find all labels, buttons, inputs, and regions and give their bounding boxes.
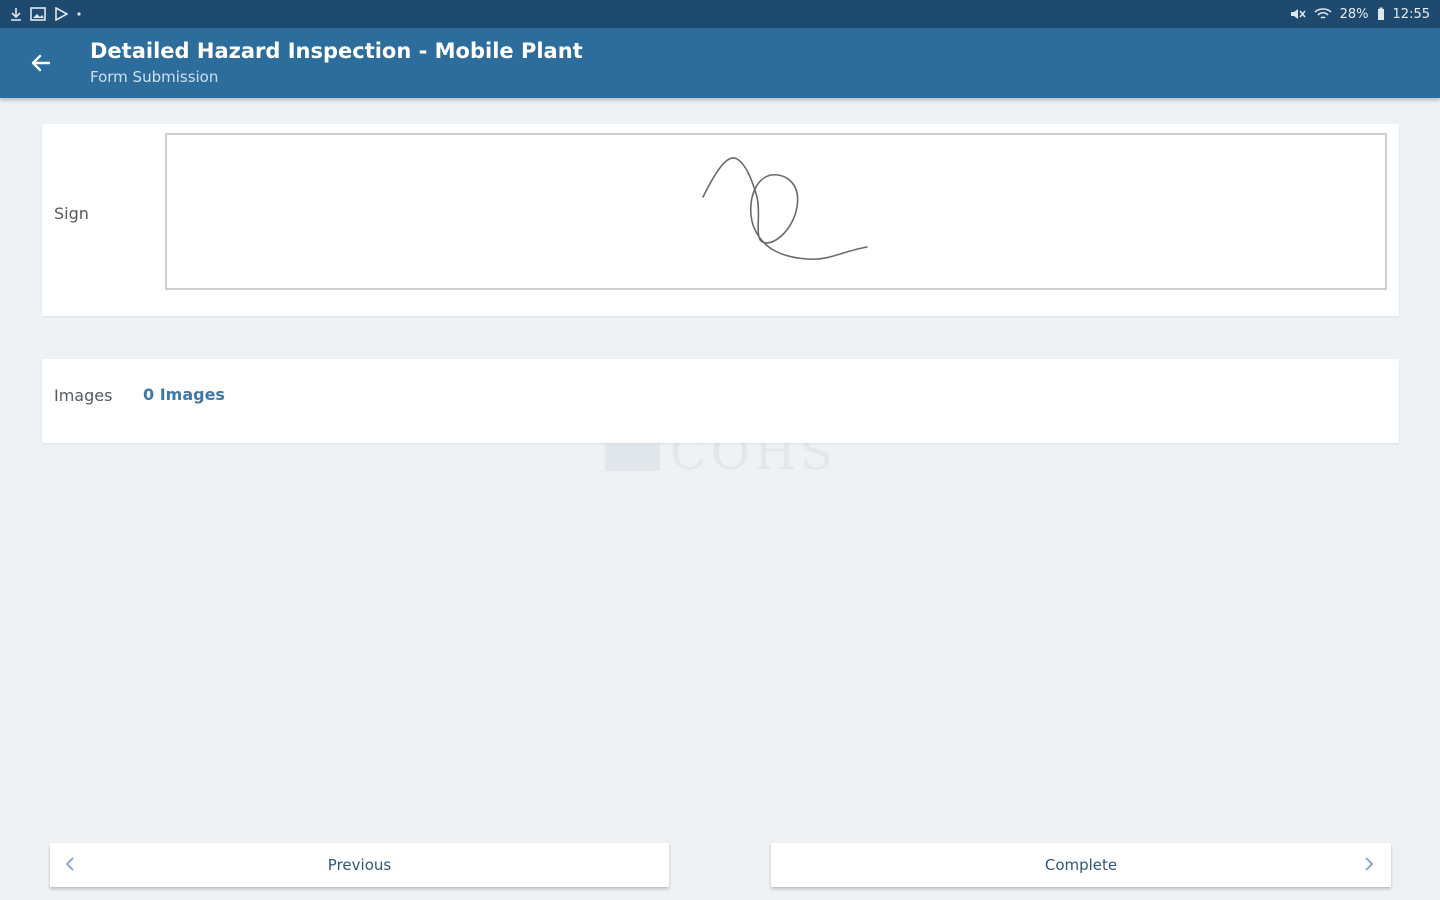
download-icon: [10, 7, 22, 21]
chevron-right-icon: [1363, 855, 1375, 873]
mute-icon: [1290, 7, 1306, 21]
previous-label: Previous: [327, 856, 392, 874]
status-right-icons: 28% 12:55: [1290, 7, 1430, 22]
signature-pad[interactable]: [165, 133, 1387, 290]
app-bar: Detailed Hazard Inspection - Mobile Plan…: [0, 28, 1440, 98]
signature-drawing: [702, 157, 868, 261]
back-button[interactable]: [13, 35, 69, 91]
image-icon: [30, 7, 46, 21]
arrow-left-icon: [31, 54, 51, 72]
wifi-icon: [1314, 7, 1332, 21]
complete-label: Complete: [1044, 856, 1118, 874]
battery-icon: [1377, 7, 1385, 21]
page-subtitle: Form Submission: [90, 68, 219, 86]
status-left-icons: [10, 7, 82, 21]
battery-percent: 28%: [1339, 6, 1369, 22]
clock: 12:55: [1392, 6, 1430, 22]
dot-icon: [76, 11, 82, 17]
images-label: Images: [54, 386, 113, 405]
app-bar-titles: Detailed Hazard Inspection - Mobile Plan…: [90, 38, 583, 88]
previous-button[interactable]: Previous: [50, 843, 669, 887]
images-link[interactable]: 0 Images: [143, 385, 225, 404]
chevron-left-icon: [64, 855, 76, 873]
sign-label: Sign: [54, 204, 89, 223]
images-field-card: Images 0 Images: [42, 359, 1399, 443]
play-store-icon: [54, 7, 68, 21]
complete-button[interactable]: Complete: [771, 843, 1391, 887]
page-title: Detailed Hazard Inspection - Mobile Plan…: [90, 39, 583, 63]
status-bar: 28% 12:55: [0, 0, 1440, 28]
sign-field-card: Sign: [42, 124, 1399, 316]
